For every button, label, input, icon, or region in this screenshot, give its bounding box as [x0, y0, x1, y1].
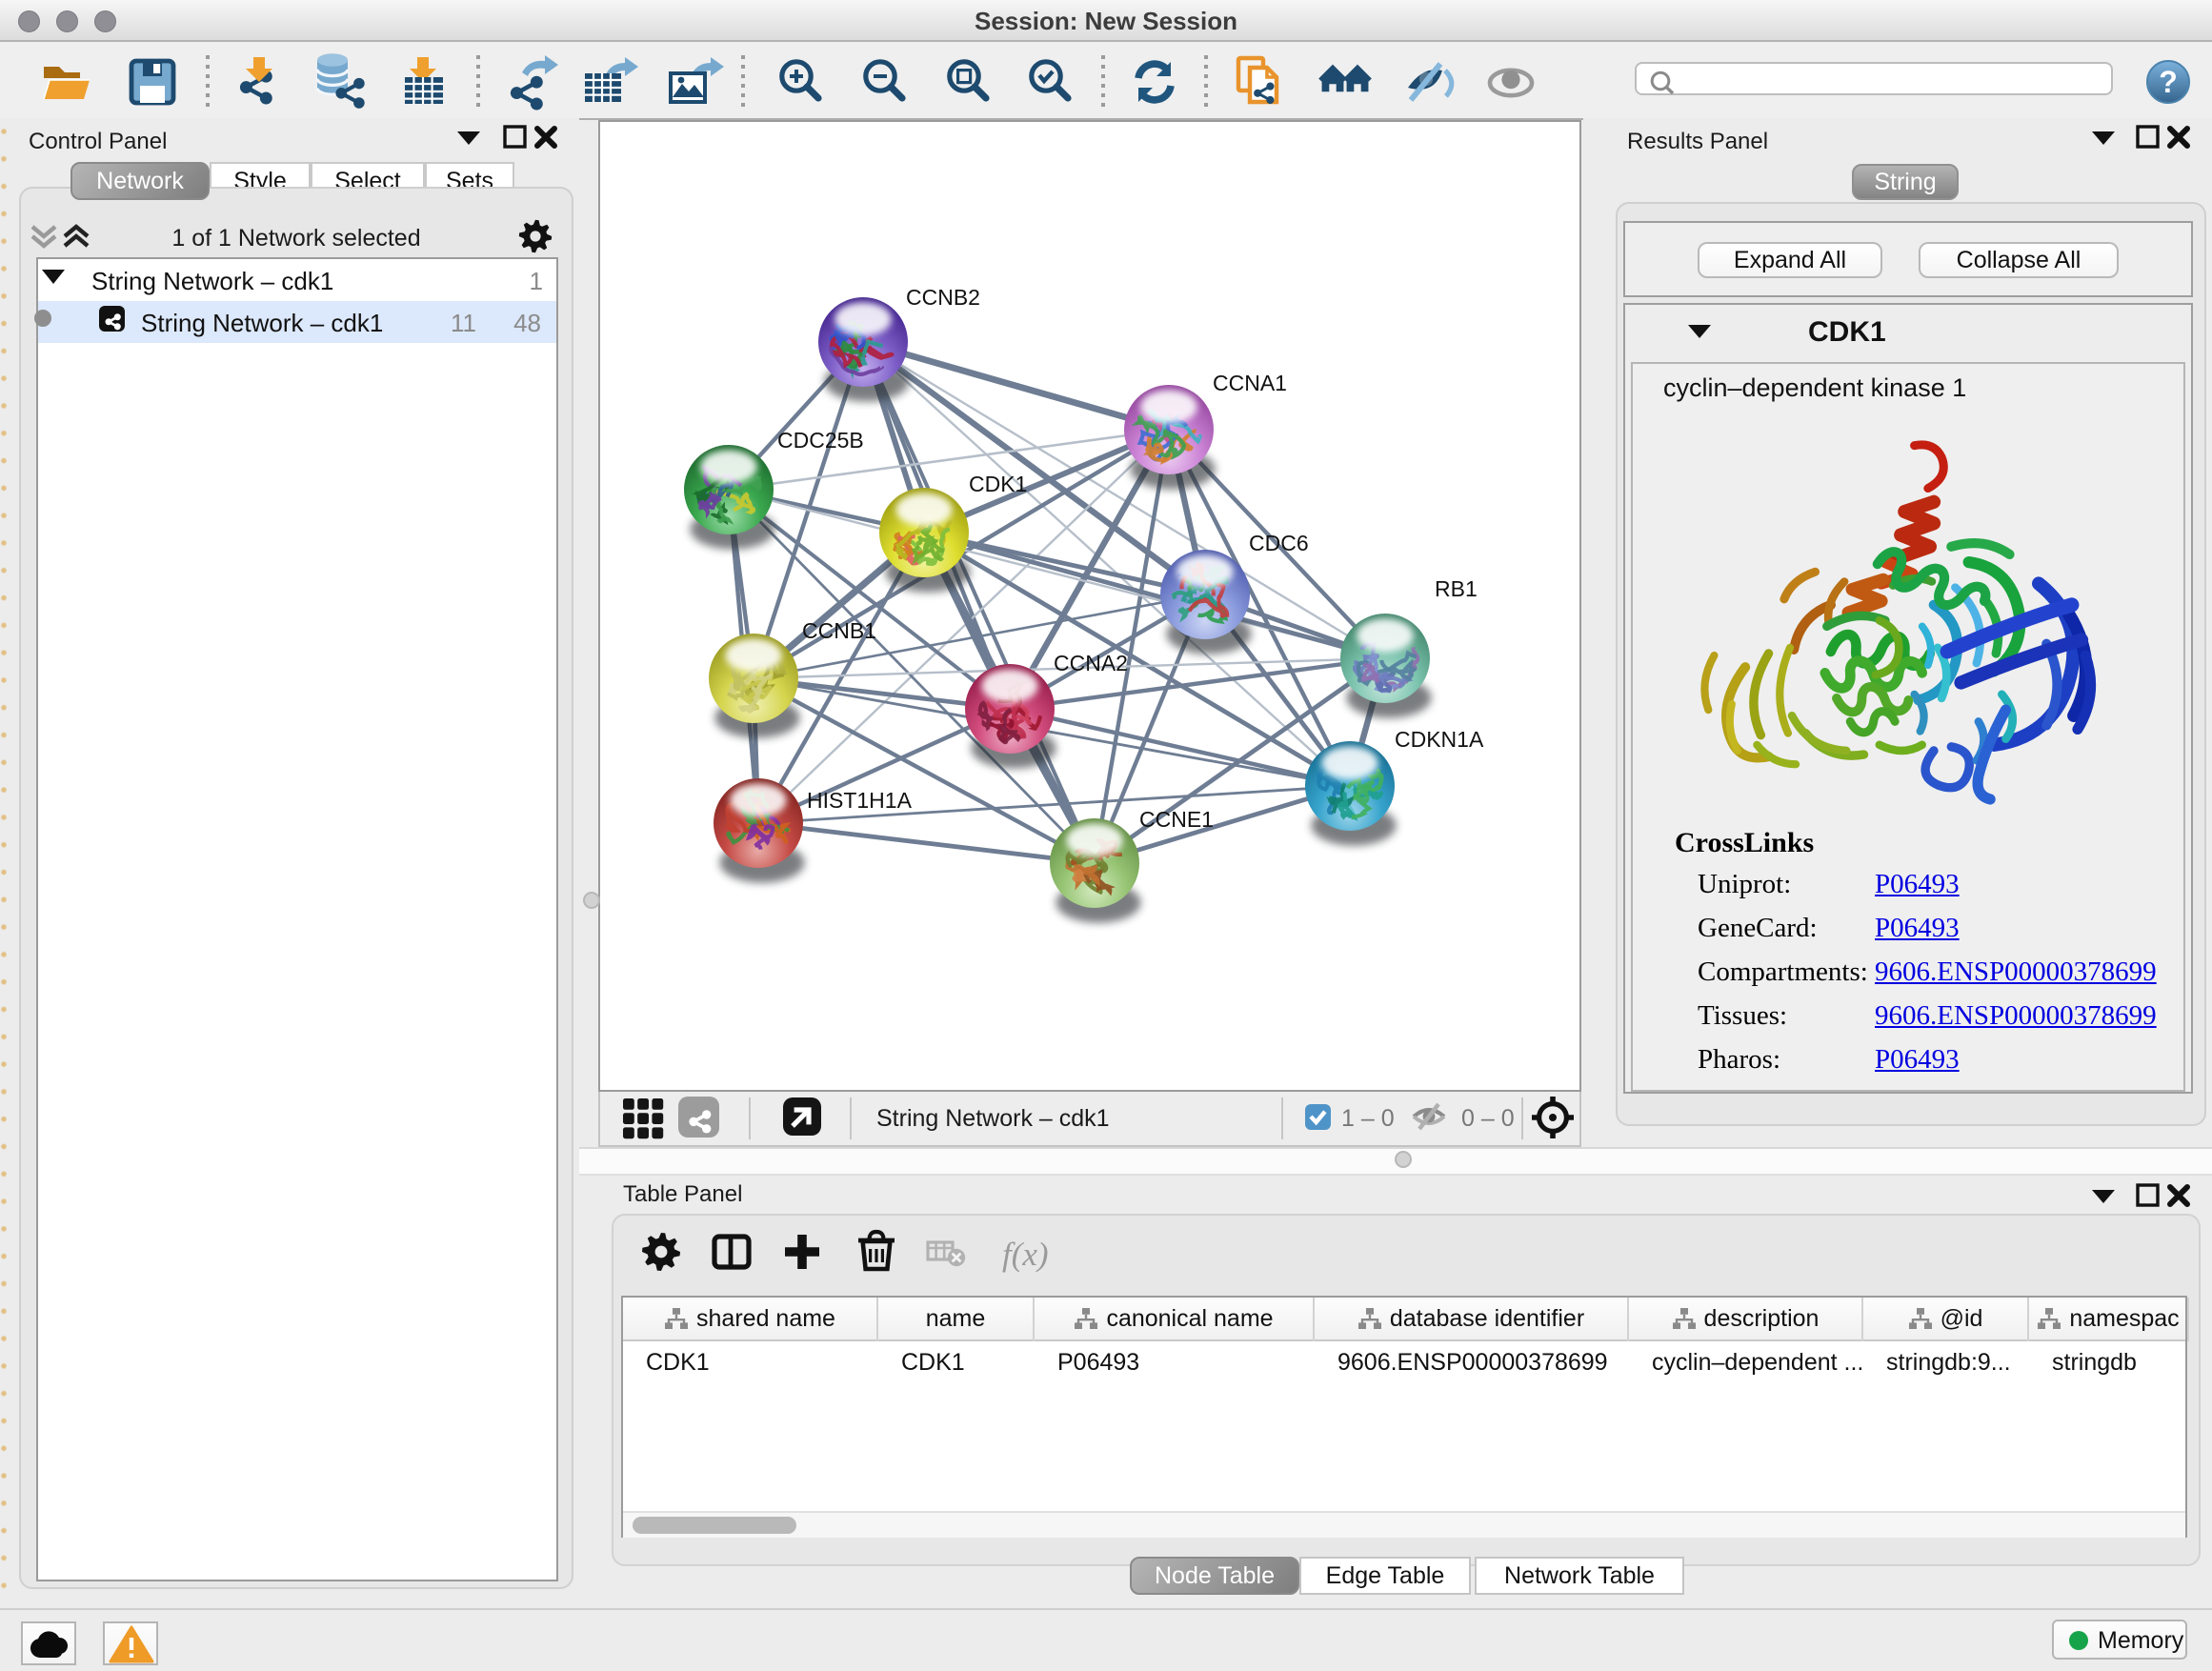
svg-text:CCNB2: CCNB2	[906, 285, 980, 310]
svg-text:CCNB1: CCNB1	[802, 618, 876, 643]
svg-text:f(x): f(x)	[1002, 1236, 1049, 1273]
svg-text:CCNA2: CCNA2	[1054, 651, 1128, 675]
svg-text:CCNA1: CCNA1	[1213, 371, 1287, 395]
svg-text:CDC6: CDC6	[1249, 531, 1309, 555]
svg-text:RB1: RB1	[1435, 576, 1478, 601]
svg-text:CDC25B: CDC25B	[777, 428, 864, 453]
svg-text:CCNE1: CCNE1	[1139, 807, 1214, 832]
svg-text:CDKN1A: CDKN1A	[1395, 727, 1484, 752]
svg-text:CDK1: CDK1	[969, 472, 1027, 496]
svg-text:HIST1H1A: HIST1H1A	[807, 788, 913, 813]
svg-text:?: ?	[2159, 65, 2178, 99]
